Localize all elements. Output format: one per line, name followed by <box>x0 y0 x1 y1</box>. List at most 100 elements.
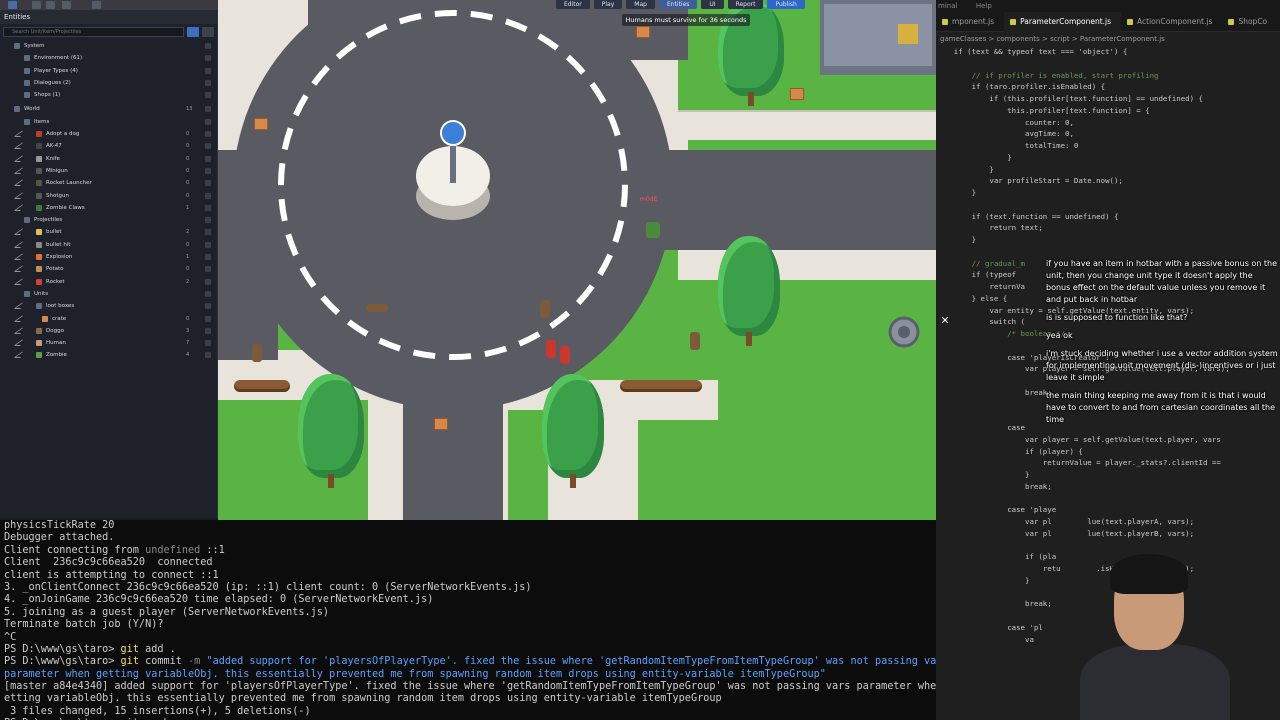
edit-icon[interactable] <box>14 192 24 199</box>
row-menu-icon[interactable] <box>205 79 211 86</box>
row-menu-icon[interactable] <box>205 352 211 359</box>
tab-ui[interactable]: UI <box>701 0 724 9</box>
row-menu-icon[interactable] <box>205 180 211 187</box>
entity-row[interactable]: Adopt a dog 0 <box>0 128 217 140</box>
entity-row[interactable]: Environment (61) <box>0 52 217 64</box>
edit-icon[interactable] <box>14 327 24 334</box>
row-menu-icon[interactable] <box>205 192 211 199</box>
human-unit[interactable] <box>540 300 550 318</box>
edit-icon[interactable] <box>14 229 24 236</box>
row-menu-icon[interactable] <box>205 92 211 99</box>
entity-row[interactable]: Player Types (4) <box>0 65 217 77</box>
joystick-icon[interactable] <box>888 316 920 348</box>
edit-icon[interactable] <box>14 241 24 248</box>
row-menu-icon[interactable] <box>205 229 211 236</box>
human-unit[interactable] <box>690 332 700 350</box>
undo-icon[interactable] <box>46 1 55 9</box>
row-menu-icon[interactable] <box>205 55 211 62</box>
game-viewport[interactable]: m0dE Editor Play Map Entities UI Report Publis… <box>218 0 936 520</box>
row-menu-icon[interactable] <box>205 278 211 285</box>
entity-row[interactable]: Potato 0 <box>0 263 217 275</box>
terminal[interactable]: physicsTickRate 20 Debugger attached. Clie… <box>0 520 960 720</box>
row-menu-icon[interactable] <box>205 241 211 248</box>
edit-icon[interactable] <box>14 167 24 174</box>
tab-report[interactable]: Report <box>727 0 764 9</box>
row-menu-icon[interactable] <box>205 303 211 310</box>
crate[interactable] <box>254 118 268 130</box>
tab-entities[interactable]: Entities <box>658 0 698 9</box>
tab-map[interactable]: Map <box>626 0 655 9</box>
edit-icon[interactable] <box>14 340 24 347</box>
edit-icon[interactable] <box>14 204 24 211</box>
tab-play[interactable]: Play <box>593 0 623 9</box>
entity-row[interactable]: Doggo 3 <box>0 325 217 337</box>
entity-row[interactable]: AK-47 0 <box>0 140 217 152</box>
crate[interactable] <box>790 88 804 100</box>
entity-row[interactable]: Zombie 4 <box>0 349 217 361</box>
row-menu-icon[interactable] <box>205 204 211 211</box>
row-menu-icon[interactable] <box>205 131 211 138</box>
row-menu-icon[interactable] <box>205 217 211 224</box>
entity-row[interactable]: Knife 0 <box>0 153 217 165</box>
menu-terminal[interactable]: minal <box>938 2 957 10</box>
entities-search-input[interactable] <box>3 27 184 37</box>
entity-row[interactable]: System <box>0 40 217 52</box>
entity-row[interactable]: Human 7 <box>0 337 217 349</box>
edit-icon[interactable] <box>14 143 24 150</box>
close-icon[interactable]: ✕ <box>938 314 952 328</box>
entity-row[interactable]: Rocket 2 <box>0 276 217 288</box>
entity-row[interactable]: Zombie Claws 1 <box>0 202 217 214</box>
row-menu-icon[interactable] <box>205 290 211 297</box>
entity-row[interactable]: Projectiles <box>0 214 217 226</box>
breadcrumb[interactable]: gameClasses > components > script > Para… <box>936 32 1280 46</box>
menu-icon[interactable] <box>8 1 17 9</box>
row-menu-icon[interactable] <box>205 118 211 125</box>
crate[interactable] <box>636 26 650 38</box>
edit-icon[interactable] <box>14 266 24 273</box>
folder-icon[interactable] <box>187 27 199 37</box>
edit-icon[interactable] <box>14 254 24 261</box>
edit-icon[interactable] <box>14 303 24 310</box>
tab-action-component[interactable]: ActionComponent.js <box>1121 12 1222 32</box>
entity-row[interactable]: Dialogues (2) <box>0 77 217 89</box>
player-unit[interactable] <box>646 222 660 238</box>
entity-row[interactable]: Minigun 0 <box>0 165 217 177</box>
row-menu-icon[interactable] <box>205 315 211 322</box>
row-menu-icon[interactable] <box>205 143 211 150</box>
zombie-unit[interactable] <box>546 340 556 358</box>
row-menu-icon[interactable] <box>205 340 211 347</box>
row-menu-icon[interactable] <box>205 327 211 334</box>
cursor-tool-icon[interactable] <box>32 1 41 9</box>
entity-row[interactable]: bullet hit 0 <box>0 239 217 251</box>
entity-row[interactable]: Shops (1) <box>0 89 217 101</box>
edit-icon[interactable] <box>14 352 24 359</box>
doggo-unit[interactable] <box>366 304 388 312</box>
entity-row[interactable]: Units <box>0 288 217 300</box>
tab-component[interactable]: mponent.js <box>936 12 1004 32</box>
edit-icon[interactable] <box>14 278 24 285</box>
row-menu-icon[interactable] <box>205 167 211 174</box>
upload-icon[interactable] <box>92 1 101 9</box>
entity-row[interactable]: Items <box>0 116 217 128</box>
entity-row[interactable]: loot boxes <box>0 300 217 312</box>
entity-row[interactable]: crate 0 <box>0 313 217 325</box>
menu-help[interactable]: Help <box>976 2 992 10</box>
tab-parameter-component[interactable]: ParameterComponent.js <box>1004 12 1122 32</box>
settings-icon[interactable] <box>62 1 71 9</box>
entity-row[interactable]: bullet 2 <box>0 226 217 238</box>
tab-publish[interactable]: Publish <box>767 0 805 9</box>
row-menu-icon[interactable] <box>205 43 211 49</box>
tab-shop-component[interactable]: ShopCo <box>1222 12 1277 32</box>
edit-icon[interactable] <box>14 155 24 162</box>
tab-editor[interactable]: Editor <box>556 0 590 9</box>
row-menu-icon[interactable] <box>205 266 211 273</box>
entity-row[interactable]: Rocket Launcher 0 <box>0 177 217 189</box>
edit-icon[interactable] <box>14 180 24 187</box>
edit-icon[interactable] <box>14 131 24 138</box>
human-unit[interactable] <box>252 344 262 362</box>
entity-row[interactable]: Shotgun 0 <box>0 190 217 202</box>
row-menu-icon[interactable] <box>205 254 211 261</box>
collapse-icon[interactable] <box>202 27 214 37</box>
edit-icon[interactable] <box>14 315 24 322</box>
row-menu-icon[interactable] <box>205 155 211 162</box>
